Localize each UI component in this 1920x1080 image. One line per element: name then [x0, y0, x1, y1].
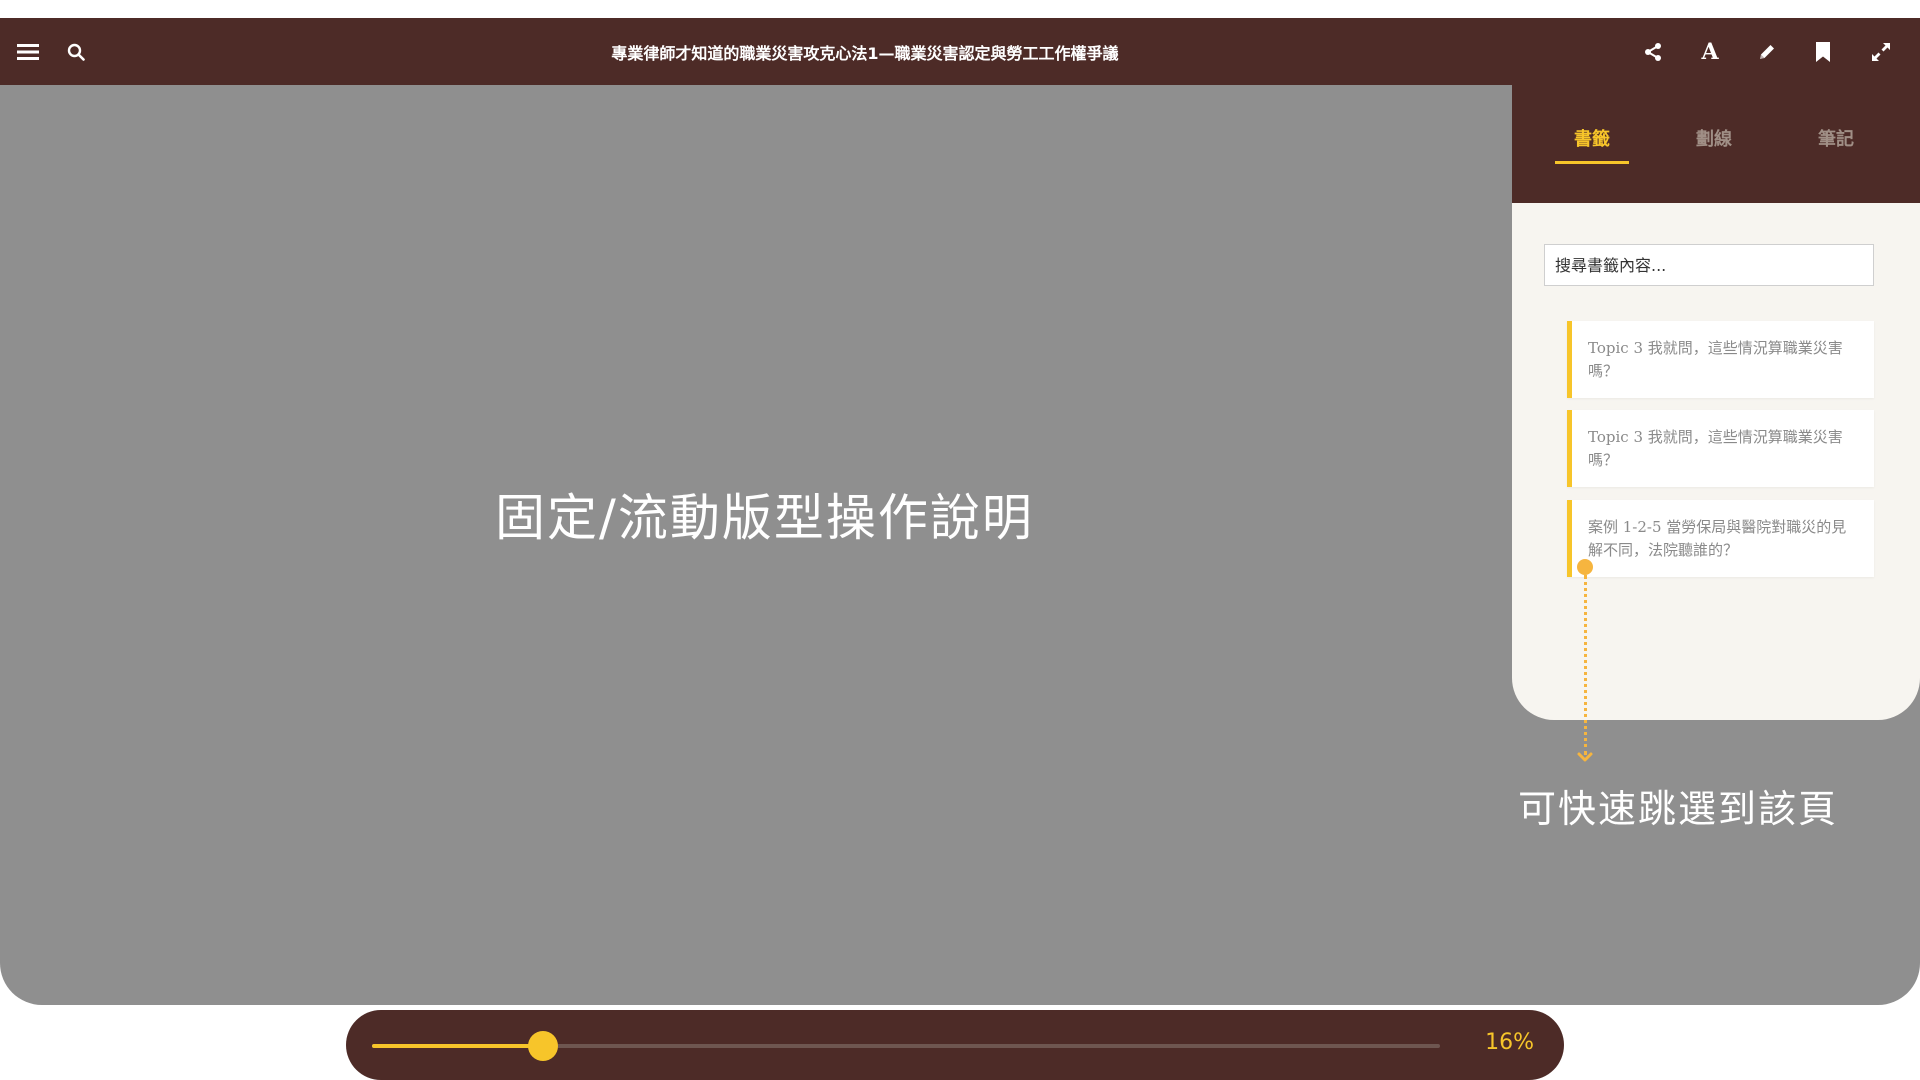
progress-percent: 16%	[1485, 1030, 1534, 1055]
bookmark-item[interactable]: 案例 1-2-5 當勞保局與醫院對職災的見解不同，法院聽誰的？	[1567, 500, 1874, 577]
bookmark-text: Topic 3 我就問，這些情況算職業災害嗎？	[1588, 428, 1843, 469]
font-button[interactable]: A	[1690, 18, 1730, 85]
bookmark-text: Topic 3 我就問，這些情況算職業災害嗎？	[1588, 339, 1843, 380]
bookmark-search-input[interactable]	[1544, 244, 1874, 286]
share-button[interactable]	[1633, 18, 1673, 85]
top-toolbar: 專業律師才知道的職業災害攻克心法1—職業災害認定與勞工工作權爭議 A	[0, 18, 1920, 85]
bookmark-button[interactable]	[1803, 18, 1843, 85]
bookmark-item[interactable]: Topic 3 我就問，這些情況算職業災害嗎？	[1567, 410, 1874, 487]
progress-track-fill	[372, 1044, 543, 1048]
panel-tabs: 書籤 劃線 筆記	[1512, 85, 1920, 203]
fullscreen-button[interactable]	[1861, 18, 1901, 85]
progress-slider-handle[interactable]	[527, 1031, 558, 1061]
tab-label: 書籤	[1574, 129, 1610, 150]
bookmark-icon	[1816, 41, 1830, 62]
tab-highlights[interactable]: 劃線	[1654, 125, 1774, 175]
pencil-icon	[1760, 44, 1774, 59]
share-icon	[1645, 42, 1661, 61]
bookmark-panel: 書籤 劃線 筆記 Topic 3 我就問，這些情況算職業災害嗎？ Topic 3…	[1512, 85, 1920, 720]
callout-dot	[1577, 559, 1593, 575]
tab-notes[interactable]: 筆記	[1776, 125, 1896, 175]
overlay-title: 固定/流動版型操作說明	[495, 489, 1034, 547]
callout-arrow-icon	[1577, 752, 1593, 762]
bookmark-text: 案例 1-2-5 當勞保局與醫院對職災的見解不同，法院聽誰的？	[1588, 518, 1847, 559]
tab-bookmarks[interactable]: 書籤	[1532, 125, 1652, 175]
tab-label: 劃線	[1696, 129, 1732, 150]
font-icon: A	[1701, 38, 1719, 65]
book-title: 專業律師才知道的職業災害攻克心法1—職業災害認定與勞工工作權爭議	[611, 43, 1119, 63]
callout-dotted-line	[1584, 575, 1587, 755]
tab-label: 筆記	[1818, 129, 1854, 150]
active-tab-indicator	[1555, 161, 1629, 164]
callout-text: 可快速跳選到該頁	[1518, 787, 1839, 831]
bookmark-item[interactable]: Topic 3 我就問，這些情況算職業災害嗎？	[1567, 321, 1874, 398]
pencil-button[interactable]	[1747, 18, 1787, 85]
fullscreen-icon	[1872, 42, 1890, 61]
